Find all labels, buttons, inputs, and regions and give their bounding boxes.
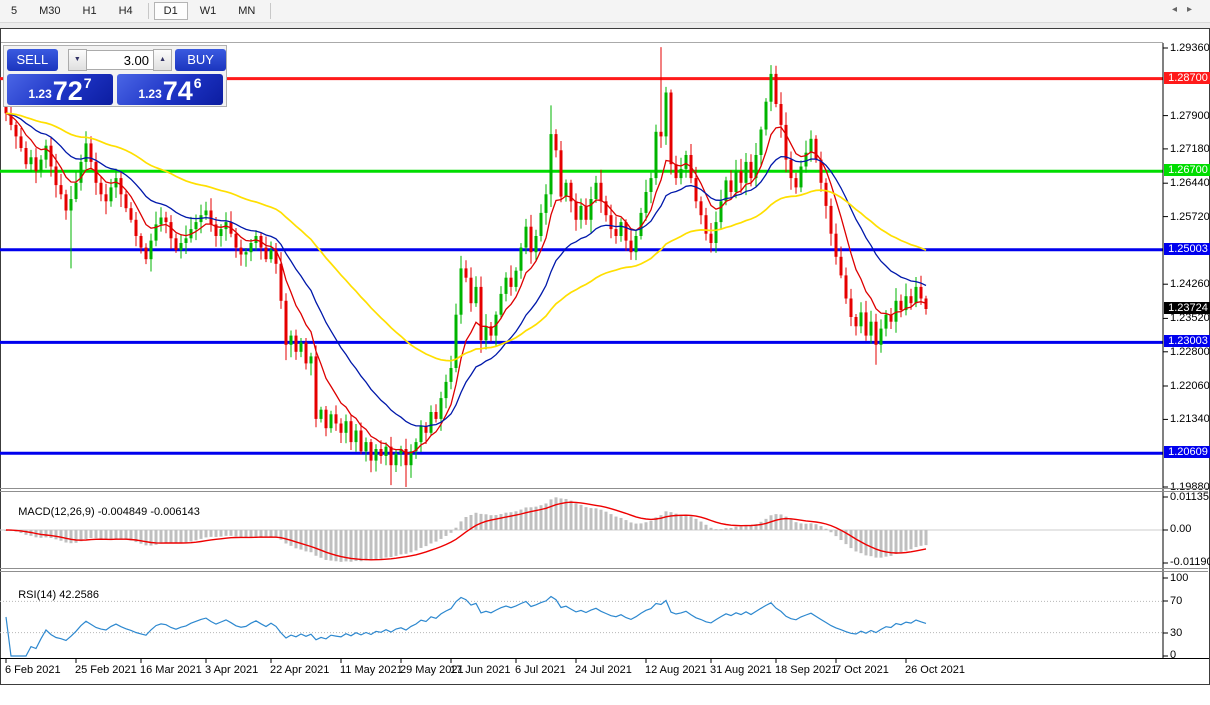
date-axis-label: 22 Apr 2021 (270, 664, 329, 676)
rsi-axis-tick: 100 (1170, 572, 1188, 584)
price-axis-tick: 1.23520 (1170, 312, 1210, 324)
tab-scroll-right-icon[interactable]: ▸ (1187, 4, 1202, 15)
level-price-tag: 1.28700 (1164, 72, 1210, 84)
trade-panel-top-row: SELL ▼ ▲ BUY (4, 46, 226, 74)
date-axis-label: 11 May 2021 (340, 664, 403, 676)
sell-button[interactable]: SELL (7, 49, 58, 71)
level-price-tag: 1.26700 (1164, 164, 1210, 176)
buy-price-big: 74 (163, 78, 193, 104)
date-axis-label: 25 Feb 2021 (75, 664, 137, 676)
price-axis-tick: 1.27900 (1170, 110, 1210, 122)
sell-price-sup: 7 (84, 75, 92, 91)
date-axis-label: 16 Mar 2021 (140, 664, 202, 676)
buy-button[interactable]: BUY (175, 49, 226, 71)
price-axis-tick: 1.29360 (1170, 42, 1210, 54)
mt4-workspace: 5M30H1H4D1W1MN ▲ USDCAD,Daily 1.23553 1.… (0, 0, 1210, 705)
level-price-tag: 1.23003 (1164, 335, 1210, 347)
buy-price-small: 1.23 (138, 87, 161, 101)
date-axis-label: 6 Feb 2021 (5, 664, 61, 676)
one-click-trading-panel: SELL ▼ ▲ BUY 1.23 72 7 1.23 74 6 (3, 45, 227, 107)
level-price-tag: 1.25003 (1164, 243, 1210, 255)
date-axis-label: 18 Sep 2021 (775, 664, 837, 676)
date-axis-label: 24 Jul 2021 (575, 664, 632, 676)
rsi-axis-tick: 0 (1170, 649, 1176, 661)
macd-axis-tick: 0.00 (1170, 523, 1191, 535)
date-axis-label: 17 Jun 2021 (450, 664, 511, 676)
level-price-tag: 1.20609 (1164, 446, 1210, 458)
rsi-axis-tick: 30 (1170, 627, 1182, 639)
price-axis-tick: 1.22800 (1170, 346, 1210, 358)
rsi-axis-tick: 70 (1170, 595, 1182, 607)
panel-separator[interactable] (0, 568, 1208, 569)
buy-price-sup: 6 (194, 75, 202, 91)
sell-price-big: 72 (53, 78, 83, 104)
price-axis-tick: 1.21340 (1170, 413, 1210, 425)
date-axis-label: 6 Jul 2021 (515, 664, 566, 676)
tab-scroll-left-icon[interactable]: ◂ (1172, 4, 1187, 15)
macd-axis-tick: -0.011904 (1170, 556, 1210, 568)
date-axis-label: 7 Oct 2021 (835, 664, 889, 676)
rsi-label: RSI(14) 42.2586 (6, 577, 99, 613)
sell-price-box[interactable]: 1.23 72 7 (7, 74, 113, 105)
panel-separator (0, 571, 1208, 572)
tab-scroll-arrows: ◂▸ (1172, 4, 1202, 15)
panel-separator[interactable] (0, 488, 1208, 489)
price-axis-tick: 1.22060 (1170, 380, 1210, 392)
price-axis-tick: 1.25720 (1170, 211, 1210, 223)
volume-input[interactable] (87, 50, 153, 70)
volume-decrease-button[interactable]: ▼ (68, 49, 87, 71)
current-price-tag: 1.23724 (1164, 302, 1210, 314)
macd-axis-tick: 0.01135 (1170, 491, 1209, 503)
date-axis-label: 31 Aug 2021 (710, 664, 772, 676)
price-axis-tick: 1.24260 (1170, 278, 1210, 290)
date-axis-label: 12 Aug 2021 (645, 664, 707, 676)
volume-increase-button[interactable]: ▲ (153, 49, 172, 71)
date-axis-label: 26 Oct 2021 (905, 664, 965, 676)
date-axis-label: 3 Apr 2021 (205, 664, 258, 676)
macd-label: MACD(12,26,9) -0.004849 -0.006143 (6, 494, 200, 530)
price-axis-tick: 1.27180 (1170, 143, 1210, 155)
buy-price-box[interactable]: 1.23 74 6 (117, 74, 223, 105)
sell-price-small: 1.23 (28, 87, 51, 101)
panel-separator (0, 491, 1208, 492)
price-axis-tick: 1.26440 (1170, 177, 1210, 189)
